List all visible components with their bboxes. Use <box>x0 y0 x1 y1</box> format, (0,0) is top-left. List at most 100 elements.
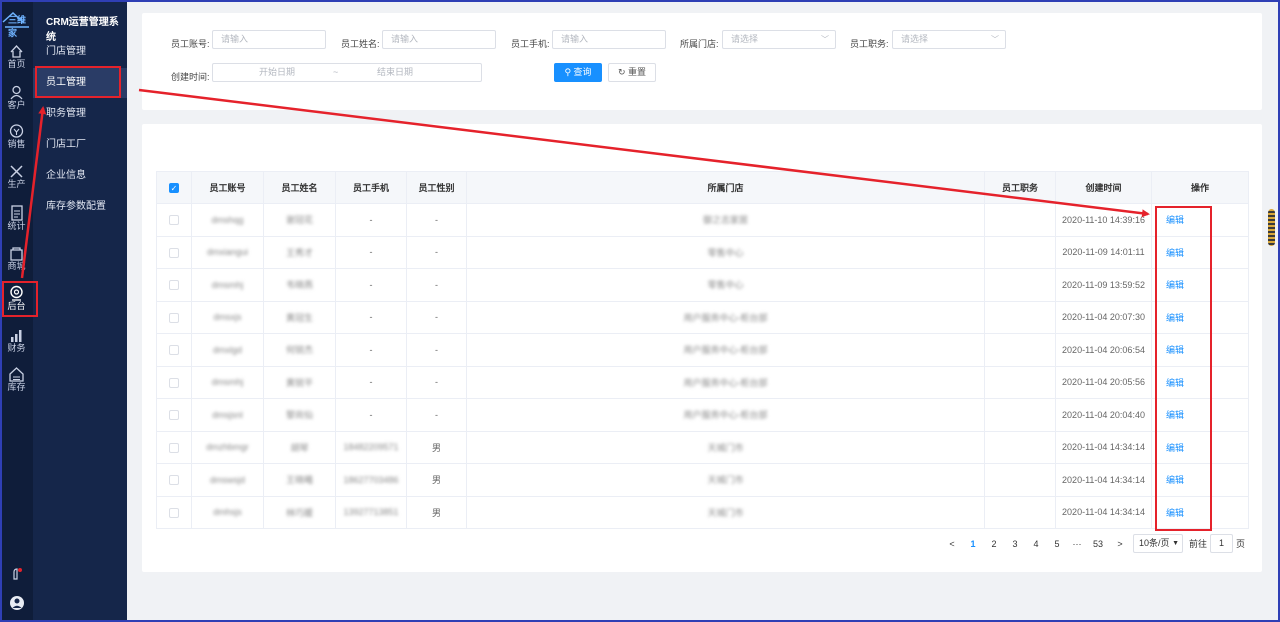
edit-link[interactable]: 编辑 <box>1166 248 1184 258</box>
subnav-item-position-management[interactable]: 职务管理 <box>33 99 127 129</box>
rail-item-inventory[interactable]: 库存 <box>0 364 33 396</box>
pagination-page-1[interactable]: 1 <box>964 534 982 554</box>
date-start-input[interactable]: 开始日期 <box>259 64 295 81</box>
subnav-item-employee-management[interactable]: 员工管理 <box>33 68 127 98</box>
cell-name-text: 胡琴 <box>290 442 309 453</box>
row-checkbox[interactable] <box>169 215 179 226</box>
edit-link[interactable]: 编辑 <box>1166 410 1184 420</box>
cell-created-text: 2020-11-09 14:01:11 <box>1062 247 1145 258</box>
edit-link[interactable]: 编辑 <box>1166 345 1184 355</box>
rail-item-sales[interactable]: 销售 <box>0 121 33 153</box>
cell-created: 2020-11-04 14:34:14 <box>1055 463 1152 497</box>
cell-phone: - <box>335 366 407 399</box>
search-button[interactable]: ⚲ 查询 <box>554 63 602 82</box>
edit-link[interactable]: 编辑 <box>1166 475 1184 485</box>
cell-store-text: 用户服务中心-柜台部 <box>683 312 768 323</box>
edit-link[interactable]: 编辑 <box>1166 280 1184 290</box>
cell-phone: - <box>335 333 407 367</box>
cell-account: dmsmhj <box>191 366 264 399</box>
app-logo[interactable]: 三维家 <box>1 8 33 38</box>
name-input[interactable]: 请输入 <box>382 30 496 49</box>
cell-account: dmzhbmgr <box>191 431 264 464</box>
employee-table-panel: ✓ 员工账号 员工姓名 员工手机 员工性别 所属门店 员工职务 创建时间 操作 … <box>142 124 1262 572</box>
row-checkbox-cell[interactable] <box>156 301 192 334</box>
cell-store-text: 天城门市 <box>707 475 744 486</box>
rail-item-customer[interactable]: 客户 <box>0 82 33 114</box>
row-checkbox[interactable] <box>169 410 179 421</box>
sales-icon <box>9 124 24 138</box>
date-end-input[interactable]: 结束日期 <box>377 64 413 81</box>
edit-link[interactable]: 编辑 <box>1166 508 1184 518</box>
row-checkbox[interactable] <box>169 312 179 323</box>
pagination-last-page[interactable]: 53 <box>1089 534 1107 554</box>
cell-created-text: 2020-11-09 13:59:52 <box>1062 279 1145 290</box>
user-avatar-icon[interactable] <box>9 595 25 611</box>
row-checkbox-cell[interactable] <box>156 333 192 367</box>
row-checkbox[interactable] <box>169 507 179 518</box>
pagination-page-3[interactable]: 3 <box>1006 534 1024 554</box>
cell-position <box>984 431 1056 464</box>
edit-link[interactable]: 编辑 <box>1166 313 1184 323</box>
reset-button[interactable]: ↻ 重置 <box>608 63 656 82</box>
rail-item-production[interactable]: 生产 <box>0 161 33 193</box>
goto-page-input[interactable]: 1 <box>1210 534 1233 553</box>
row-checkbox-cell[interactable] <box>156 496 192 529</box>
pagination-next-button[interactable]: > <box>1111 534 1129 554</box>
cell-created-text: 2020-11-10 14:39:16 <box>1062 214 1145 225</box>
cell-gender-text: - <box>435 247 438 258</box>
store-select-placeholder: 请选择 <box>731 34 759 44</box>
subnav-item-store-factory[interactable]: 门店工厂 <box>33 130 127 160</box>
cell-action: 编辑 <box>1151 496 1249 529</box>
pagination-page-5[interactable]: 5 <box>1048 534 1066 554</box>
cell-phone-text: - <box>369 279 373 290</box>
select-all-checkbox[interactable]: ✓ <box>169 182 179 193</box>
subnav-item-inventory-config[interactable]: 库存参数配置 <box>33 192 127 222</box>
rail-item-home[interactable]: 首页 <box>0 41 33 73</box>
cell-account-text: dmsjsnl <box>212 409 243 420</box>
search-icon: ⚲ <box>564 67 572 77</box>
notification-icon[interactable] <box>9 566 25 582</box>
cell-store: 用户服务中心-柜台部 <box>466 301 985 334</box>
account-input[interactable]: 请输入 <box>212 30 326 49</box>
row-checkbox-cell[interactable] <box>156 398 192 432</box>
edit-link[interactable]: 编辑 <box>1166 215 1184 225</box>
rail-item-statistics[interactable]: 统计 <box>0 203 33 235</box>
pagination-page-2[interactable]: 2 <box>985 534 1003 554</box>
pagination-prev-button[interactable]: < <box>943 534 961 554</box>
header-phone: 员工手机 <box>335 171 407 204</box>
cell-created: 2020-11-04 14:34:14 <box>1055 431 1152 464</box>
row-checkbox-cell[interactable] <box>156 236 192 269</box>
row-checkbox[interactable] <box>169 377 179 388</box>
edit-link[interactable]: 编辑 <box>1166 443 1184 453</box>
pagination-ellipsis[interactable]: ··· <box>1068 534 1086 554</box>
scrollbar-thumb[interactable] <box>1268 209 1275 246</box>
edit-link[interactable]: 编辑 <box>1166 378 1184 388</box>
row-checkbox[interactable] <box>169 247 179 258</box>
row-checkbox-cell[interactable] <box>156 203 192 237</box>
row-checkbox-cell[interactable] <box>156 268 192 302</box>
table-row: dmsjsnl 黎尚仙 - - 用户服务中心-柜台部 2020-11-04 20:04:4… <box>156 398 1249 432</box>
store-select[interactable]: 请选择 ﹀ <box>722 30 836 49</box>
select-all-cell[interactable]: ✓ <box>156 171 192 204</box>
row-checkbox[interactable] <box>169 280 179 291</box>
rail-item-backend[interactable]: 后台 <box>0 283 33 315</box>
subnav-item-company-info[interactable]: 企业信息 <box>33 161 127 191</box>
pagination-page-4[interactable]: 4 <box>1027 534 1045 554</box>
position-select[interactable]: 请选择 ﹀ <box>892 30 1006 49</box>
header-action: 操作 <box>1151 171 1249 204</box>
cell-name: 黄锐平 <box>263 366 336 399</box>
rail-item-finance[interactable]: 财务 <box>0 325 33 357</box>
cell-account: dmhsjs <box>191 496 264 529</box>
row-checkbox-cell[interactable] <box>156 463 192 497</box>
phone-input[interactable]: 请输入 <box>552 30 666 49</box>
page-size-select[interactable]: 10条/页 ▼ <box>1133 534 1183 553</box>
rail-item-mall[interactable]: 商城 <box>0 243 33 275</box>
date-range-picker[interactable]: 开始日期 ~ 结束日期 <box>212 63 482 82</box>
row-checkbox[interactable] <box>169 345 179 356</box>
row-checkbox[interactable] <box>169 475 179 486</box>
row-checkbox-cell[interactable] <box>156 366 192 399</box>
subnav-item-store-management[interactable]: 门店管理 <box>33 37 127 67</box>
row-checkbox[interactable] <box>169 442 179 453</box>
row-checkbox-cell[interactable] <box>156 431 192 464</box>
cell-name: 何锐杰 <box>263 333 336 367</box>
